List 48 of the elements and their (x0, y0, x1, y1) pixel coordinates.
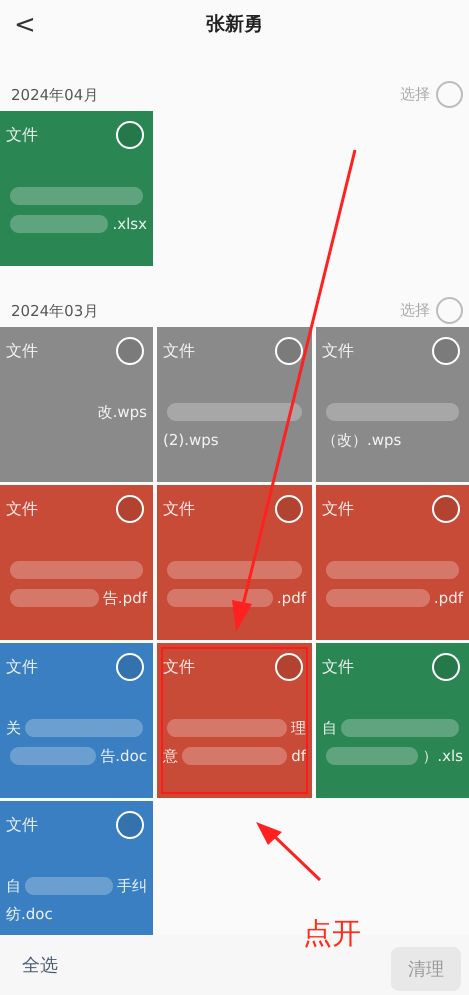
page-title: 张新勇 (206, 12, 263, 37)
file-type-label: 文件 (6, 498, 38, 520)
file-type-label: 文件 (163, 656, 195, 678)
month-heading: 2024年03月 (11, 300, 98, 322)
file-type-label: 文件 (163, 498, 195, 520)
file-name-text: 手纠 (117, 876, 147, 897)
file-tile[interactable]: 文件 .pdf (157, 485, 312, 640)
file-name-text: .xlsx (112, 214, 147, 235)
annotation-arrow (256, 822, 322, 882)
file-name-text: 改.wps (98, 402, 147, 423)
file-name-text: 关 (6, 718, 21, 739)
file-name-text: 意 (163, 746, 178, 767)
select-all-button[interactable]: 全选 (22, 952, 58, 978)
file-tile[interactable]: 文件 (2).wps (157, 327, 312, 482)
annotation-text: 点开 (303, 915, 361, 952)
select-label: 选择 (400, 300, 430, 322)
file-tile[interactable]: 文件 自 ）.xls (316, 643, 469, 798)
month-heading: 2024年04月 (11, 84, 98, 106)
file-type-label: 文件 (163, 340, 195, 362)
file-type-label: 文件 (6, 124, 38, 146)
file-tile[interactable]: 文件 改.wps (0, 327, 153, 482)
file-type-label: 文件 (6, 340, 38, 362)
file-name-text: (2).wps (163, 430, 219, 451)
file-tile[interactable]: 文件 关 告.doc (0, 643, 153, 798)
file-name-text: ）.xls (422, 746, 463, 767)
select-label: 选择 (400, 84, 430, 106)
file-tile[interactable]: 文件 理 意 df (157, 643, 312, 798)
file-tile[interactable]: 文件 .pdf (316, 485, 469, 640)
file-name-text: .pdf (434, 588, 463, 609)
file-tile[interactable]: 文件 告.pdf (0, 485, 153, 640)
file-type-label: 文件 (322, 498, 354, 520)
file-name-text: .pdf (276, 588, 306, 609)
file-type-label: 文件 (322, 656, 354, 678)
file-name-text: 自 (322, 718, 337, 739)
file-name-text: 告.pdf (102, 588, 147, 609)
back-button[interactable]: < (10, 6, 40, 45)
file-tile[interactable]: 文件 （改）.wps (316, 327, 469, 482)
file-name-text: df (291, 746, 306, 767)
file-name-text: 纺.doc (6, 904, 53, 925)
file-name-text: （改）.wps (322, 430, 402, 451)
file-tile[interactable]: 文件 自 手纠 纺.doc (0, 801, 153, 935)
file-name-text: 告.doc (100, 746, 147, 767)
file-name-text: 自 (6, 876, 21, 897)
file-name-text: 理 (291, 718, 306, 739)
file-type-label: 文件 (322, 340, 354, 362)
file-type-label: 文件 (6, 814, 38, 836)
file-tile[interactable]: 文件 .xlsx (0, 111, 153, 266)
file-type-label: 文件 (6, 656, 38, 678)
